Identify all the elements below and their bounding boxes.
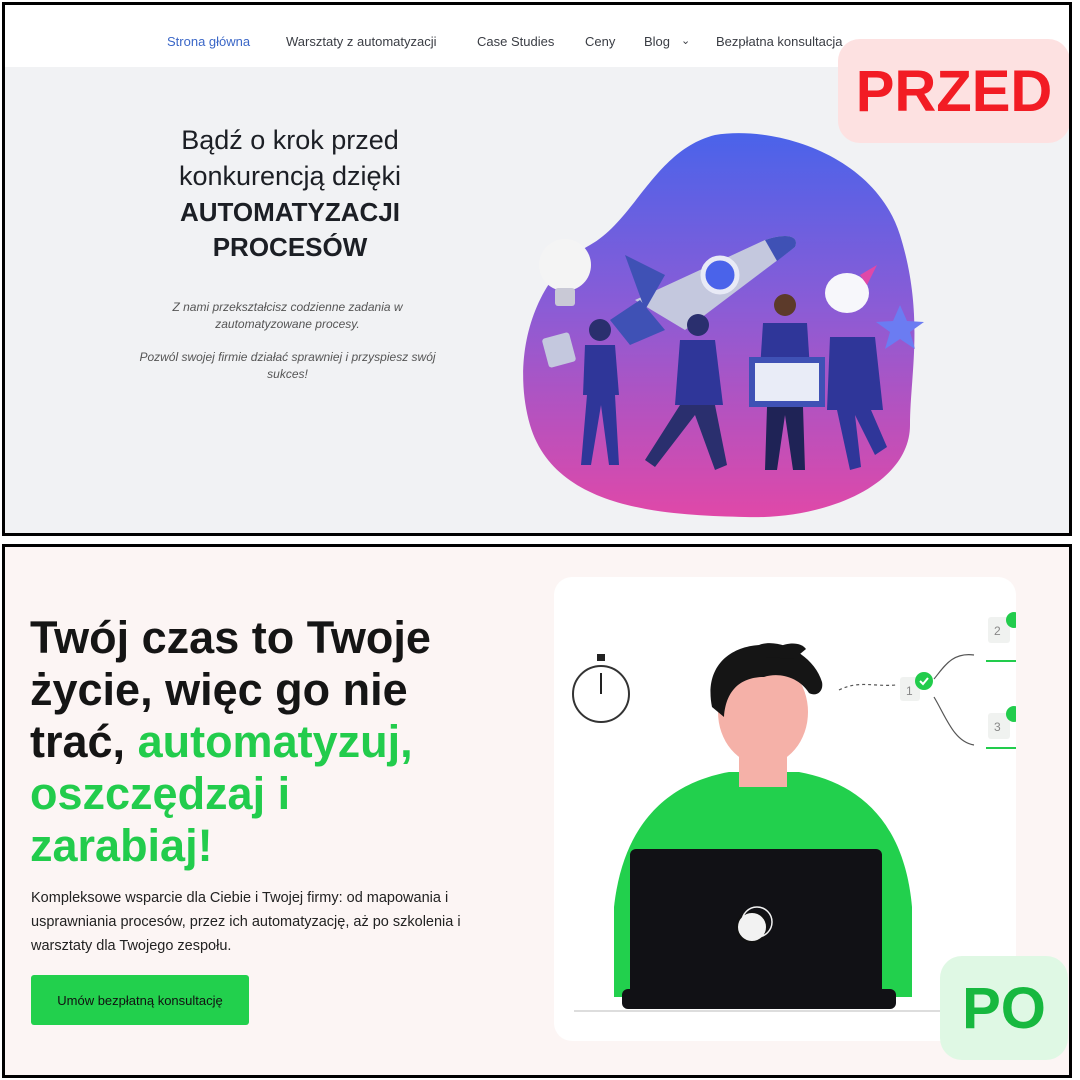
after-panel: Twój czas to Twoje życie, więc go nie tr… bbox=[2, 544, 1072, 1078]
hero-title-line: AUTOMATYZACJI bbox=[179, 197, 401, 227]
hero-description-line: warsztaty dla Twojego zespołu. bbox=[31, 938, 232, 954]
before-panel: Strona główna Warsztaty z automatyzacji … bbox=[2, 2, 1072, 536]
hero-headline-line: życie, więc go nie bbox=[30, 664, 408, 715]
hero-description-line: usprawniania procesów, przez ich automat… bbox=[31, 914, 461, 930]
flow-arrow bbox=[838, 683, 897, 691]
nav-item-home[interactable]: Strona główna bbox=[167, 34, 250, 49]
hero-paragraph-line: sukces! bbox=[267, 367, 308, 381]
hero-title-line: konkurencją dzięki bbox=[178, 161, 402, 191]
hero-headline-line: trać, automatyzuj, bbox=[30, 716, 413, 768]
flow-node: 1 bbox=[900, 672, 933, 701]
flow-arrow bbox=[933, 696, 975, 746]
hero-paragraph-line: Pozwól swojej firmie działać sprawniej i… bbox=[139, 350, 436, 364]
headline-highlight-text: automatyzuj, bbox=[137, 716, 413, 767]
nav-item-consultation[interactable]: Bezpłatna konsultacja bbox=[716, 34, 842, 49]
stopwatch-icon bbox=[572, 654, 630, 723]
headline-plain-text: trać, bbox=[30, 716, 138, 767]
after-badge: PO bbox=[940, 956, 1068, 1060]
hero-headline-line: Twój czas to Twoje bbox=[30, 612, 431, 663]
hero-paragraph-line: zautomatyzowane procesy. bbox=[215, 317, 360, 331]
hero-headline-line: oszczędzaj i bbox=[30, 768, 291, 819]
flow-step-number: 1 bbox=[906, 684, 913, 698]
hero-headline-line: zarabiaj! bbox=[30, 820, 213, 871]
flow-node: 2 bbox=[986, 612, 1022, 662]
hero-title-line: PROCESÓW bbox=[212, 232, 368, 262]
before-badge: PRZED bbox=[838, 39, 1069, 143]
nav-item-blog[interactable]: Blog bbox=[644, 34, 670, 49]
hero-paragraph-line: Z nami przekształcisz codzienne zadania … bbox=[172, 300, 403, 314]
hero-title-line: Bądź o krok przed bbox=[181, 125, 399, 155]
chevron-down-icon[interactable]: ⌄ bbox=[681, 34, 690, 47]
flow-step-number: 3 bbox=[994, 720, 1001, 734]
flow-arrow bbox=[933, 654, 975, 680]
book-consultation-button[interactable]: Umów bezpłatną konsultację bbox=[31, 975, 249, 1025]
nav-item-pricing[interactable]: Ceny bbox=[585, 34, 615, 49]
flow-step-number: 2 bbox=[994, 624, 1001, 638]
laptop-icon bbox=[622, 849, 896, 1009]
nav-item-workshops[interactable]: Warsztaty z automatyzacji bbox=[286, 34, 437, 49]
team-rocket-illustration bbox=[523, 133, 924, 518]
flow-node: 3 bbox=[986, 706, 1022, 749]
nav-item-case-studies[interactable]: Case Studies bbox=[477, 34, 554, 49]
hero-description-line: Kompleksowe wsparcie dla Ciebie i Twojej… bbox=[31, 890, 449, 906]
